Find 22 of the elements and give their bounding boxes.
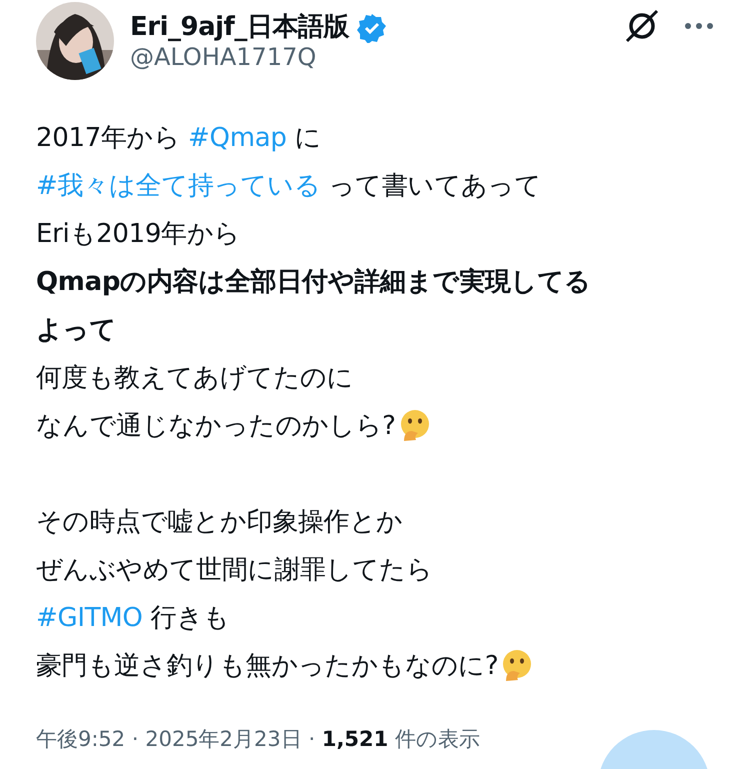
slashed-circle-icon[interactable] <box>624 8 660 44</box>
views-label: 件の表示 <box>394 727 480 751</box>
tweet-text: 2017年から <box>36 122 182 155</box>
view-count: 1,521 <box>322 727 388 751</box>
tweet-text: その時点で嘘とか印象操作とか <box>36 506 403 539</box>
tweet-text: って書いてあって <box>327 170 542 203</box>
author-name[interactable]: Eri_9ajf_日本語版 <box>130 12 349 44</box>
separator: · <box>132 727 139 751</box>
tweet-text: なんで通じなかったのかしら? <box>36 410 396 443</box>
tweet-text: 行きも <box>150 602 230 635</box>
bold-text: Qmapの内容は全部日付や詳細まで実現してる <box>36 266 591 299</box>
tweet-text: 何度も教えてあげてたのに <box>36 362 354 395</box>
separator: · <box>308 727 316 751</box>
tweet-text: 豪門も逆さ釣りも無かったかもなのに? <box>36 650 498 683</box>
author-handle[interactable]: @ALOHA1717Q <box>130 43 608 72</box>
post-time[interactable]: 午後9:52 <box>36 727 126 751</box>
post-date[interactable]: 2025年2月23日 <box>145 727 302 751</box>
bold-text: よって <box>36 314 116 347</box>
more-icon[interactable] <box>684 22 714 30</box>
tweet-text: に <box>294 122 322 155</box>
tweet-text: Eriも2019年から <box>36 218 240 251</box>
tweet-text: ぜんぶやめて世間に謝罪してたら <box>36 554 433 587</box>
